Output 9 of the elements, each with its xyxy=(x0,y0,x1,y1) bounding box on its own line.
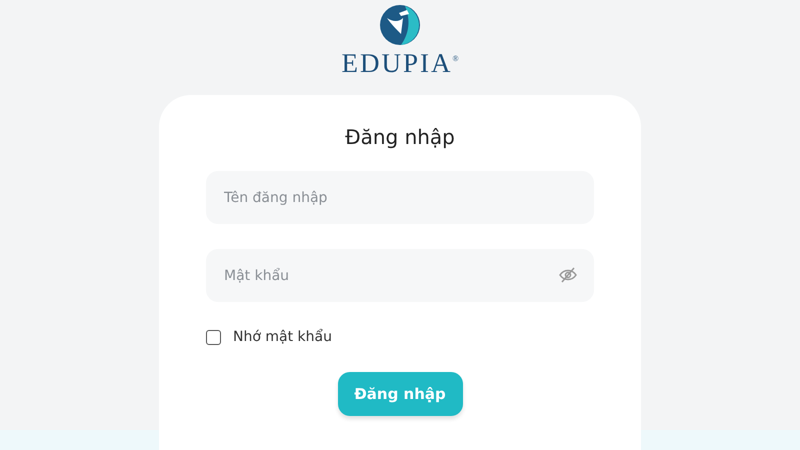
hidden-eye-icon[interactable] xyxy=(558,265,578,285)
remember-checkbox[interactable] xyxy=(206,330,221,345)
password-field[interactable]: Mật khẩu xyxy=(206,249,594,302)
logo-icon xyxy=(379,4,421,46)
login-title: Đăng nhập xyxy=(344,125,456,149)
logo-text: EDUPIA$^{®}$ xyxy=(341,50,459,77)
login-button[interactable]: Đăng nhập xyxy=(338,372,462,416)
remember-label: Nhớ mật khẩu xyxy=(233,328,332,347)
username-field[interactable]: Tên đăng nhập xyxy=(206,171,594,224)
